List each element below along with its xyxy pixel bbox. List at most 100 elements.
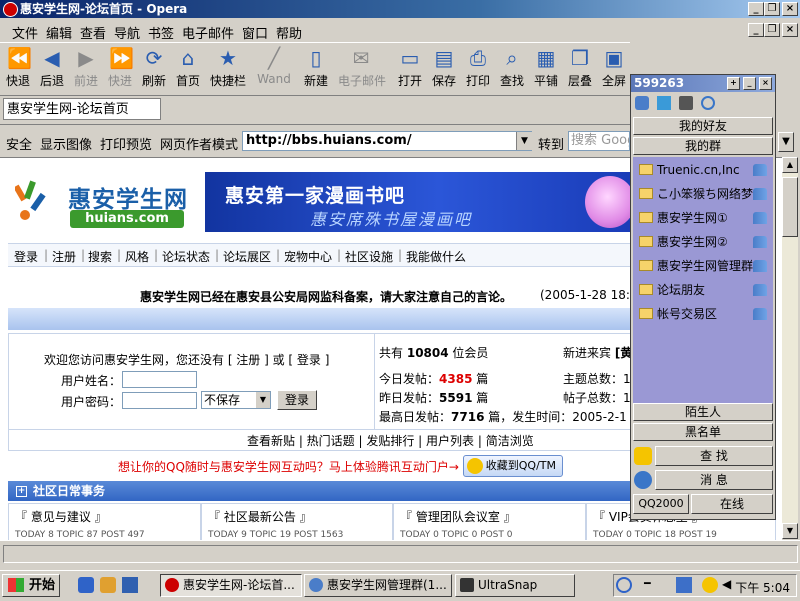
nav-pet-center[interactable]: 宠物中心 — [284, 248, 332, 265]
qq-refresh-icon[interactable] — [701, 96, 715, 110]
nav-search[interactable]: 搜索 — [88, 248, 112, 265]
menu-navigate[interactable]: 导航 — [114, 23, 140, 42]
username-input[interactable] — [122, 371, 197, 388]
qq-group-item[interactable]: 惠安学生网① — [637, 207, 771, 229]
qq-title-bar[interactable]: 599263 + _ × — [631, 75, 775, 92]
qq-logo-button[interactable]: QQ2000 — [633, 494, 689, 514]
tab-forum-home[interactable]: 惠安学生网-论坛首页 — [3, 98, 161, 120]
hotlist-button[interactable]: ★ 快捷栏 — [210, 47, 246, 89]
qq-group-item[interactable]: Truenic.cn,Inc — [637, 159, 771, 181]
qq-promo-text[interactable]: 想让你的QQ随时与惠安学生网互动吗？马上体验腾讯互动门户→ — [118, 458, 459, 475]
email-button[interactable]: ✉ 电子邮件 — [338, 47, 386, 89]
qq-group-item[interactable]: こ小笨猴ち网络梦 — [637, 183, 771, 205]
show-desktop-icon[interactable] — [78, 577, 94, 593]
clock: 下午 5:04 — [735, 581, 790, 595]
menu-edit[interactable]: 编辑 — [46, 23, 72, 42]
task-qq-group[interactable]: 惠安学生网管理群(1... — [304, 574, 452, 597]
new-page-button[interactable]: ▯ 新建 — [301, 47, 331, 89]
doc-minimize-icon[interactable]: _ — [748, 23, 764, 37]
remember-select[interactable]: 不保存 ▼ — [201, 391, 271, 409]
menu-help[interactable]: 帮助 — [276, 23, 302, 42]
author-mode-button[interactable]: 网页作者模式 — [160, 134, 238, 153]
menu-bookmarks[interactable]: 书签 — [148, 23, 174, 42]
qq-book-icon[interactable] — [657, 96, 671, 110]
address-input[interactable]: http://bbs.huians.com/ — [242, 131, 532, 151]
floppy-icon[interactable] — [122, 577, 138, 593]
minimize-icon[interactable]: _ — [748, 2, 764, 16]
close-icon[interactable]: × — [782, 2, 798, 16]
window-title: 惠安学生网-论坛首页 - Opera — [20, 2, 188, 16]
qq-friends-header[interactable]: 我的好友 — [633, 117, 773, 135]
section-header[interactable]: + 社区日常事务 — [8, 481, 648, 501]
print-preview-button[interactable]: 打印预览 — [100, 134, 152, 153]
find-icon: ⌕ — [506, 46, 518, 70]
window-title-bar[interactable]: 惠安学生网-论坛首页 - Opera _ ❐ × — [0, 0, 800, 18]
nav-facilities[interactable]: 社区设施 — [345, 248, 393, 265]
settings-tray-icon[interactable] — [616, 577, 632, 593]
board-suggestions[interactable]: 『 意见与建议 』 TODAY 8 TOPIC 87 POST 497 — [8, 503, 201, 540]
qq-group-item[interactable]: 惠安学生网管理群 — [637, 255, 771, 277]
qq-bookmark-button[interactable]: 收藏到QQ/TM — [463, 455, 563, 477]
quicklaunch-app-icon[interactable] — [100, 577, 116, 593]
nav-style[interactable]: 风格 — [125, 248, 149, 265]
qq-group-item[interactable]: 惠安学生网② — [637, 231, 771, 253]
qq-find-button[interactable]: 查 找 — [655, 446, 773, 466]
nav-register[interactable]: 注册 — [52, 248, 76, 265]
go-button[interactable]: 转到 — [538, 134, 564, 153]
password-label: 用户密码： — [61, 395, 122, 409]
nav-login[interactable]: 登录 — [14, 248, 38, 265]
scroll-thumb[interactable] — [782, 177, 798, 237]
ad-banner[interactable]: 惠安第一家漫画书吧 惠安席殊书屋漫画吧 — [205, 172, 630, 232]
wand-button[interactable]: ╱ Wand — [257, 46, 291, 86]
board-announcements[interactable]: 『 社区最新公告 』 TODAY 9 TOPIC 19 POST 1563 — [201, 503, 393, 540]
status-bar — [0, 540, 800, 567]
start-button[interactable]: 开始 — [2, 574, 60, 597]
qq-message-button[interactable]: 消 息 — [655, 470, 773, 490]
menu-email[interactable]: 电子邮件 — [182, 23, 234, 42]
home-button[interactable]: ⌂ 首页 — [173, 47, 203, 89]
qq-panel: 599263 + _ × 我的好友 我的群 Truenic.cn,Inc こ小笨… — [630, 74, 776, 520]
scroll-up-icon[interactable]: ▲ — [782, 157, 798, 173]
qq-ie-icon[interactable] — [634, 471, 652, 489]
task-ultrasnap[interactable]: UltraSnap — [455, 574, 575, 597]
qq-groups-header[interactable]: 我的群 — [633, 137, 773, 155]
security-button[interactable]: 安全 — [6, 134, 32, 153]
qq-blacklist-header[interactable]: 黑名单 — [633, 423, 773, 441]
qq-status-button[interactable]: 在线 — [691, 494, 773, 514]
fullscreen-button[interactable]: ▣ 全屏 — [599, 47, 629, 89]
task-opera[interactable]: 惠安学生网-论坛首... — [160, 574, 302, 597]
nav-forum-gallery[interactable]: 论坛展区 — [223, 248, 271, 265]
password-input[interactable] — [122, 392, 197, 409]
restore-icon[interactable]: ❐ — [764, 2, 780, 16]
search-dropdown-icon[interactable]: ▼ — [778, 132, 794, 152]
wand-icon: ╱ — [267, 46, 281, 70]
qq-pin-icon[interactable]: + — [727, 77, 740, 90]
login-button[interactable]: 登录 — [277, 390, 317, 410]
doc-close-icon[interactable]: × — [782, 23, 798, 37]
qq-chat-icon[interactable] — [634, 447, 652, 465]
window-tray-icon[interactable] — [676, 577, 692, 593]
qq-tray-icon[interactable] — [702, 577, 718, 593]
show-images-button[interactable]: 显示图像 — [40, 134, 92, 153]
page-scrollbar[interactable]: ▲ ▼ — [782, 157, 798, 539]
nav-what-can-i-do[interactable]: 我能做什么 — [406, 248, 466, 265]
qq-strangers-header[interactable]: 陌生人 — [633, 403, 773, 421]
address-dropdown-icon[interactable]: ▼ — [516, 132, 532, 150]
qq-group-item[interactable]: 帐号交易区 — [637, 303, 771, 325]
menu-file[interactable]: 文件 — [12, 23, 38, 42]
nav-forum-status[interactable]: 论坛状态 — [162, 248, 210, 265]
doc-restore-icon[interactable]: ❐ — [764, 23, 780, 37]
qq-close-icon[interactable]: × — [759, 77, 772, 90]
quick-links-text[interactable]: 查看新贴 | 热门话题 | 发贴排行 | 用户列表 | 简洁浏览 — [247, 432, 534, 449]
scroll-down-icon[interactable]: ▼ — [782, 523, 798, 539]
qq-contacts-icon[interactable] — [635, 96, 649, 110]
search-input[interactable]: 搜索 Google — [568, 131, 630, 151]
qq-phone-icon[interactable] — [679, 96, 693, 110]
network-tray-icon[interactable]: ━ — [644, 577, 660, 593]
board-admin-meeting[interactable]: 『 管理团队会议室 』 TODAY 0 TOPIC 0 POST 0 — [393, 503, 586, 540]
qq-group-item[interactable]: 论坛朋友 — [637, 279, 771, 301]
qq-minimize-icon[interactable]: _ — [743, 77, 756, 90]
menu-window[interactable]: 窗口 — [242, 23, 268, 42]
expand-icon[interactable]: + — [16, 486, 27, 497]
menu-view[interactable]: 查看 — [80, 23, 106, 42]
